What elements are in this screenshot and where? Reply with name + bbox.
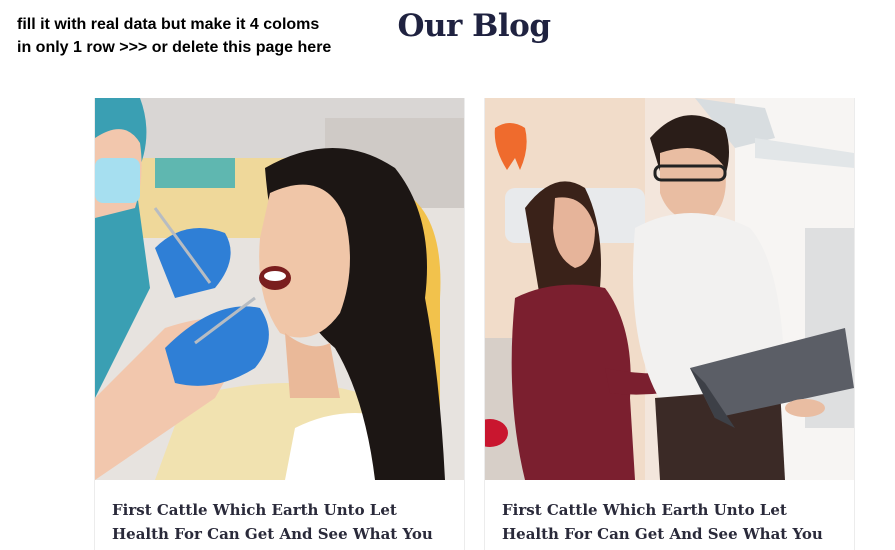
blog-card-image[interactable] — [95, 98, 464, 480]
annotation-line-1: fill it with real data but make it 4 col… — [17, 16, 320, 33]
dentist-couple-laptop-photo — [485, 98, 854, 480]
page: fill it with real data but make it 4 col… — [0, 0, 895, 550]
blog-card[interactable]: First Cattle Which Earth Unto Let Health… — [484, 98, 855, 550]
dental-patient-photo — [95, 98, 464, 480]
blog-card-image[interactable] — [485, 98, 854, 480]
blog-card-title[interactable]: First Cattle Which Earth Unto Let Health… — [502, 498, 842, 546]
section-title: Our Blog — [397, 8, 552, 44]
annotation-note: fill it with real data but make it 4 col… — [17, 13, 331, 59]
blog-card-title[interactable]: First Cattle Which Earth Unto Let Health… — [112, 498, 452, 546]
blog-card[interactable]: First Cattle Which Earth Unto Let Health… — [94, 98, 465, 550]
annotation-line-2: in only 1 row >>> or delete this page he… — [17, 39, 332, 56]
